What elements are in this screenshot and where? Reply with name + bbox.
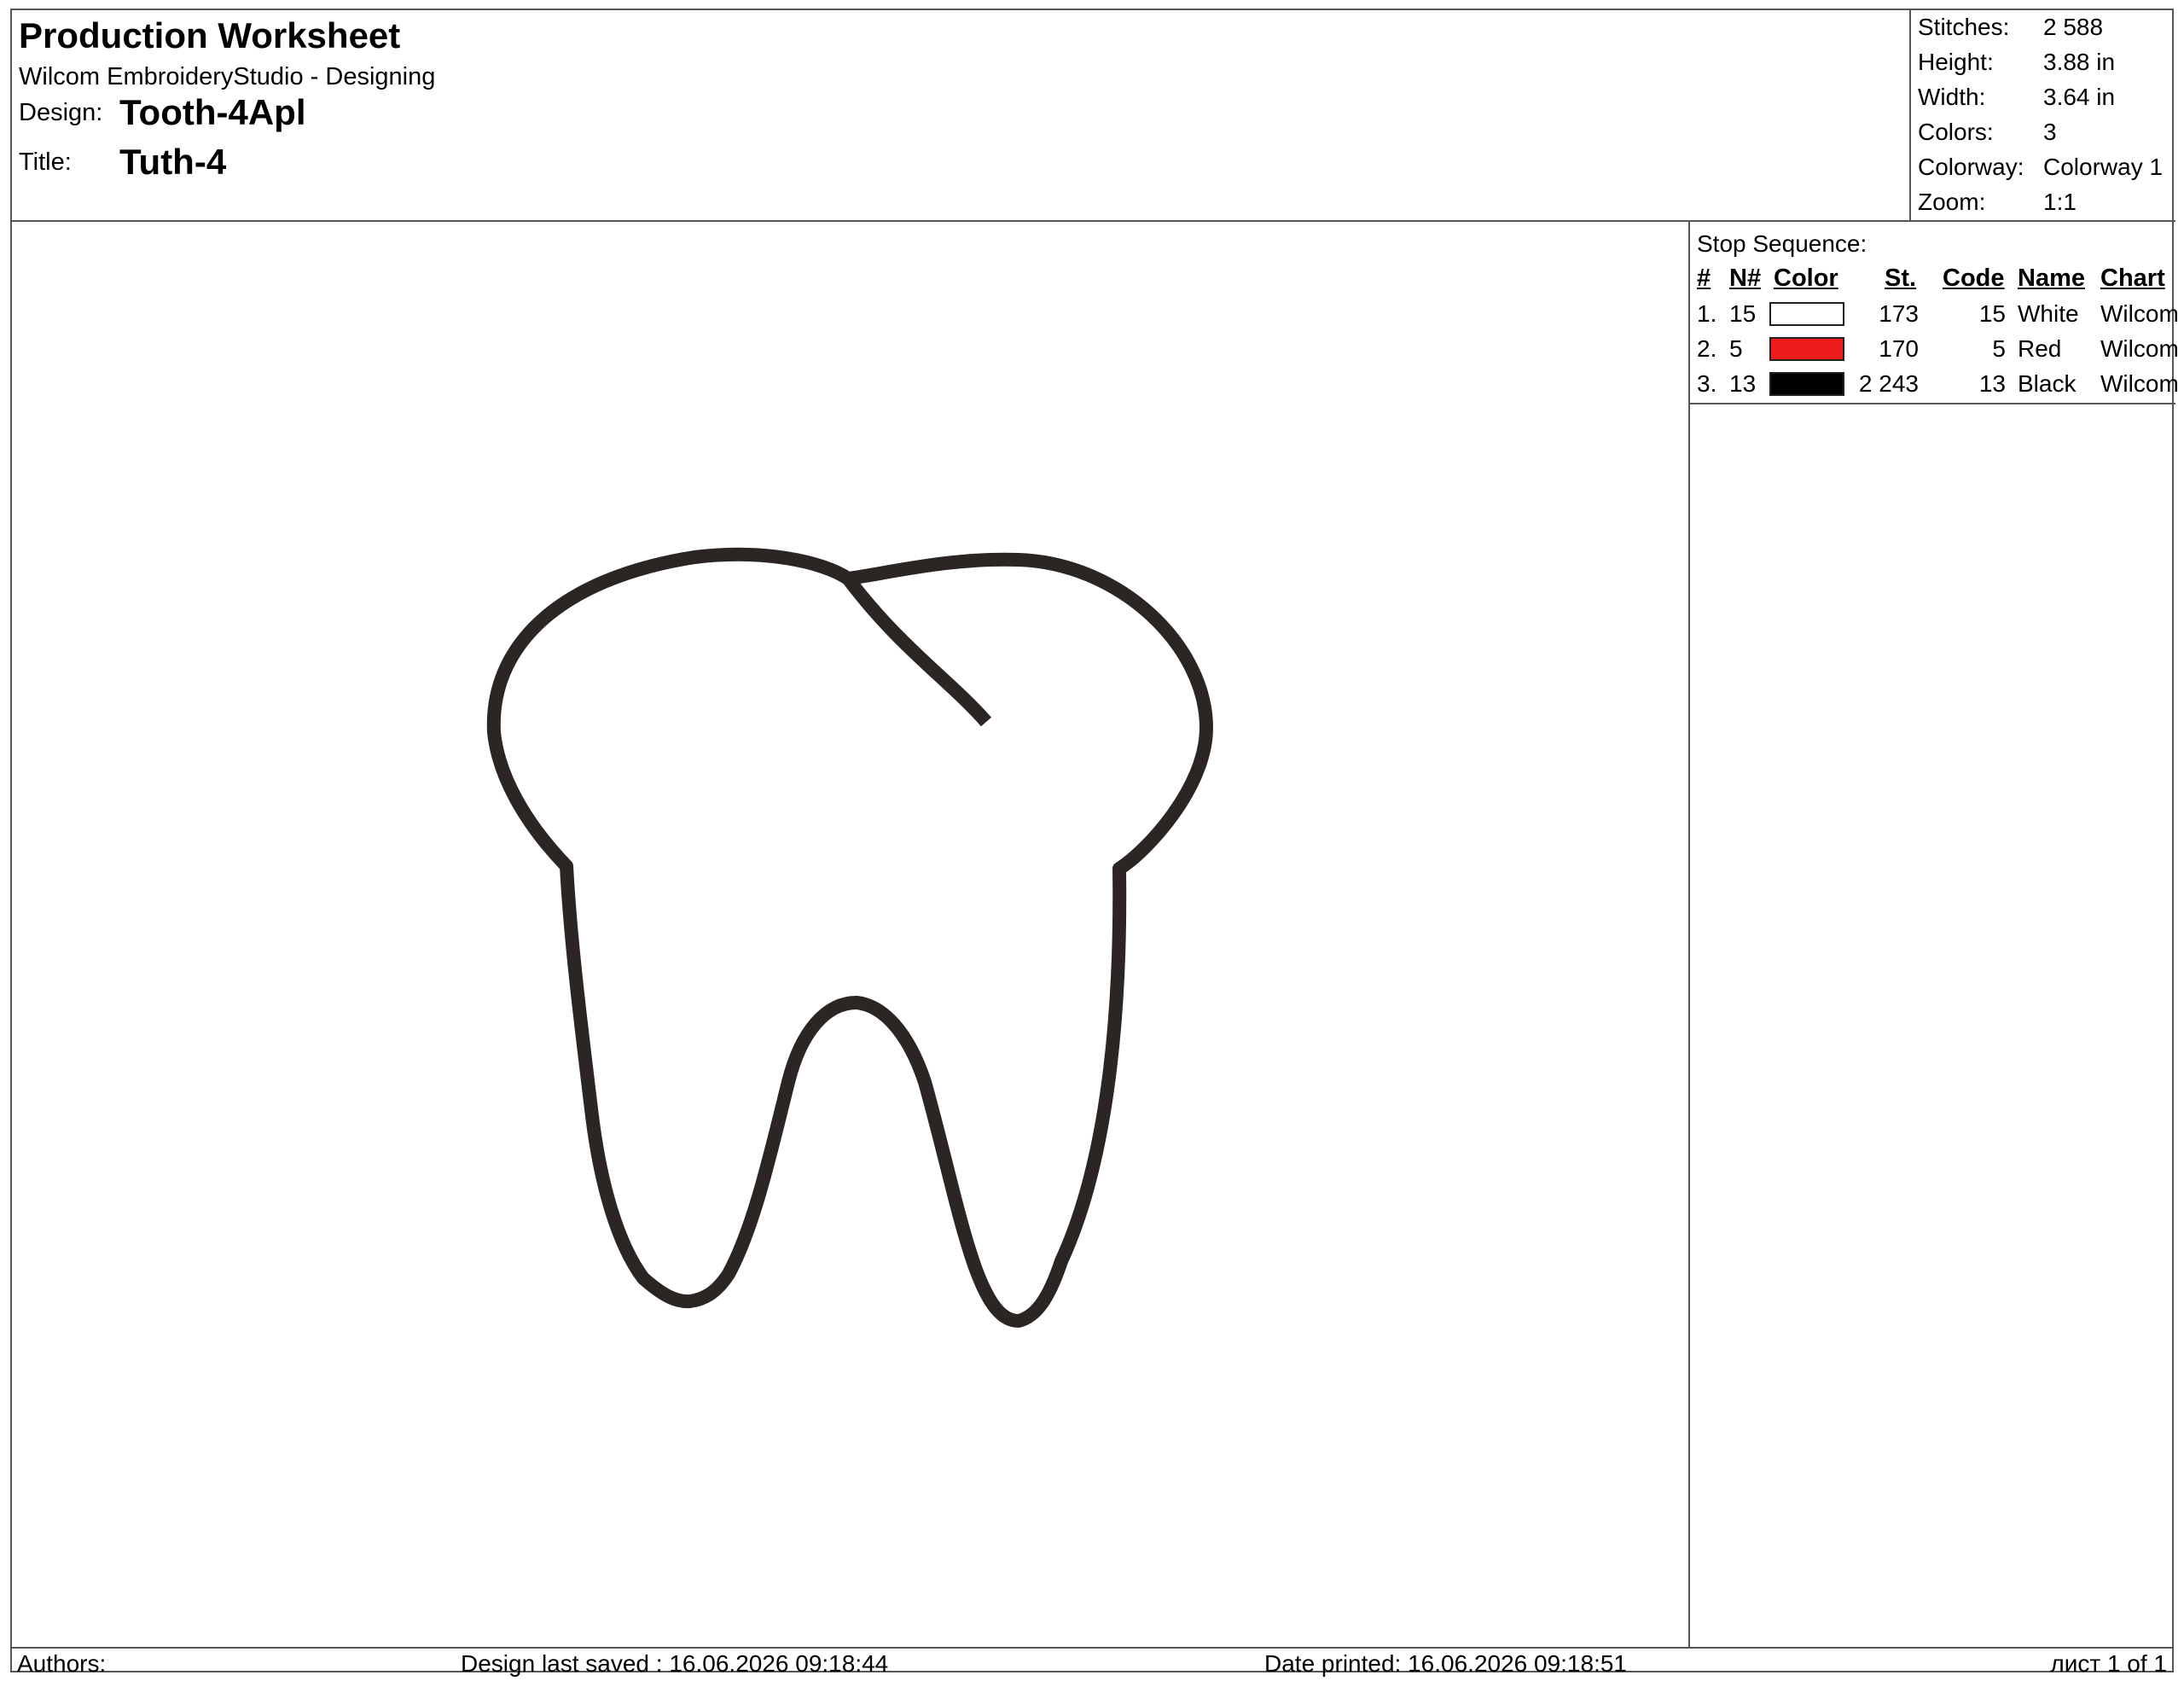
design-stats: Stitches: 2 588 Height: 3.88 in Width: 3… bbox=[1909, 10, 2175, 220]
row-n: 13 bbox=[1729, 370, 1757, 397]
row-num: 2. bbox=[1697, 335, 1717, 362]
design-label: Design: bbox=[19, 99, 103, 126]
col-header-chart: Chart bbox=[2100, 265, 2165, 292]
row-chart: Wilcom bbox=[2100, 370, 2179, 397]
color-swatch bbox=[1769, 372, 1844, 396]
stat-value: Colorway 1 bbox=[2043, 154, 2164, 180]
row-name: White bbox=[2018, 300, 2079, 327]
row-code: 15 bbox=[1978, 300, 2006, 327]
row-num: 1. bbox=[1697, 300, 1717, 327]
design-value: Tooth-4Apl bbox=[119, 92, 306, 132]
row-chart: Wilcom bbox=[2100, 300, 2179, 327]
col-header-st: St. bbox=[1885, 265, 1917, 292]
table-row: 1. 15 173 15 White Wilcom bbox=[1690, 300, 2179, 334]
row-stitches: 170 bbox=[1879, 335, 1919, 362]
stat-value: 3.88 in bbox=[2043, 49, 2116, 75]
col-header-name: Name bbox=[2018, 265, 2085, 292]
worksheet-footer: Authors: Design last saved : 16.06.2026 … bbox=[12, 1647, 2172, 1677]
stop-sequence-panel: Stop Sequence: # N# Color St. Code Name … bbox=[1688, 220, 2179, 1647]
stat-label: Colors: bbox=[1918, 119, 1994, 145]
row-n: 15 bbox=[1729, 300, 1757, 327]
stop-sequence-table: # N# Color St. Code Name Chart 1. 15 173… bbox=[1690, 265, 2179, 404]
row-num: 3. bbox=[1697, 370, 1717, 397]
col-header-n: N# bbox=[1729, 265, 1762, 292]
tooth-crease bbox=[842, 574, 992, 727]
stat-label: Width: bbox=[1918, 84, 1986, 110]
table-row: 3. 13 2 243 13 Black Wilcom bbox=[1690, 370, 2179, 404]
stat-label: Stitches: bbox=[1918, 14, 2010, 40]
page-number: лист 1 of 1 bbox=[2050, 1650, 2167, 1677]
worksheet-frame: Production Worksheet Wilcom EmbroiderySt… bbox=[10, 9, 2179, 1677]
stop-sequence-title: Stop Sequence: bbox=[1697, 230, 1867, 257]
row-name: Red bbox=[2018, 335, 2062, 362]
stat-value: 3 bbox=[2043, 119, 2057, 145]
table-row: 2. 5 170 5 Red Wilcom bbox=[1690, 335, 2179, 369]
tooth-outline bbox=[486, 547, 1213, 1328]
col-header-num: # bbox=[1697, 265, 1711, 292]
stat-label: Zoom: bbox=[1918, 189, 1986, 215]
stat-value: 2 588 bbox=[2043, 14, 2104, 40]
row-name: Black bbox=[2018, 370, 2077, 397]
stat-label: Colorway: bbox=[1918, 154, 2024, 180]
date-printed: Date printed: 16.06.2026 09:18:51 bbox=[1264, 1650, 1628, 1677]
row-n: 5 bbox=[1729, 335, 1743, 362]
row-code: 5 bbox=[1992, 335, 2006, 362]
col-header-code: Code bbox=[1943, 265, 2005, 292]
title-label: Title: bbox=[19, 148, 72, 176]
stat-value: 1:1 bbox=[2043, 189, 2077, 215]
last-saved: Design last saved : 16.06.2026 09:18:44 bbox=[461, 1650, 889, 1677]
authors-label: Authors: bbox=[17, 1650, 107, 1677]
row-chart: Wilcom bbox=[2100, 335, 2179, 362]
design-canvas bbox=[12, 220, 1687, 1647]
title-value: Tuth-4 bbox=[119, 142, 227, 182]
tooth-design bbox=[486, 547, 1213, 1328]
row-code: 13 bbox=[1978, 370, 2006, 397]
color-swatch bbox=[1769, 302, 1844, 326]
worksheet-title: Production Worksheet bbox=[19, 15, 401, 55]
stat-value: 3.64 in bbox=[2043, 84, 2116, 110]
stat-label: Height: bbox=[1918, 49, 1994, 75]
row-stitches: 2 243 bbox=[1858, 370, 1919, 397]
row-stitches: 173 bbox=[1879, 300, 1919, 327]
color-swatch bbox=[1769, 337, 1844, 361]
app-subtitle: Wilcom EmbroideryStudio - Designing bbox=[19, 63, 436, 90]
worksheet-header: Production Worksheet Wilcom EmbroiderySt… bbox=[12, 10, 2175, 222]
col-header-color: Color bbox=[1774, 265, 1838, 292]
